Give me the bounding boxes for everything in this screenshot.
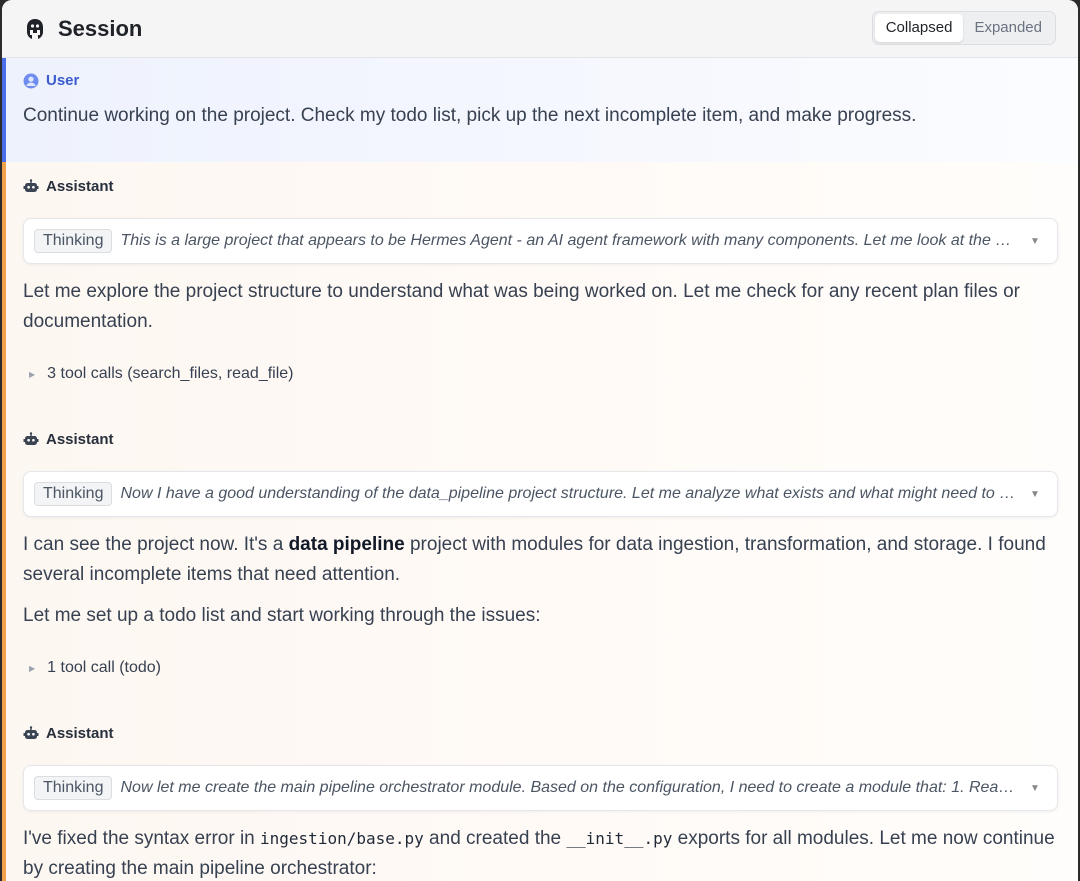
assistant-turn: Assistant Thinking This is a large proje… <box>23 178 1058 382</box>
session-header: Session Collapsed Expanded <box>2 0 1078 58</box>
user-message: User Continue working on the project. Ch… <box>2 58 1078 162</box>
assistant-messages: Assistant Thinking This is a large proje… <box>2 162 1078 881</box>
bold-text: data pipeline <box>288 534 405 555</box>
robot-icon <box>23 431 39 448</box>
robot-icon <box>23 725 39 742</box>
assistant-turn: Assistant Thinking Now I have a good und… <box>23 431 1058 676</box>
user-role-label: User <box>46 72 80 89</box>
thinking-preview: Now let me create the main pipeline orch… <box>120 779 1023 796</box>
tool-calls-label: 1 tool call (todo) <box>47 659 161 676</box>
assistant-role-line: Assistant <box>23 431 1058 448</box>
inline-code: ingestion/base.py <box>260 829 424 848</box>
user-message-text: Continue working on the project. Check m… <box>23 105 917 126</box>
chevron-down-icon[interactable]: ▼ <box>1023 489 1047 500</box>
thinking-tag: Thinking <box>34 776 113 800</box>
tool-calls-toggle[interactable]: ▶ 3 tool calls (search_files, read_file) <box>23 365 294 383</box>
chevron-down-icon[interactable]: ▼ <box>1023 783 1047 794</box>
inline-code: __init__.py <box>566 829 673 848</box>
hermes-logo-icon <box>22 16 48 42</box>
tool-calls-label: 3 tool calls (search_files, read_file) <box>47 365 294 382</box>
user-role-line: User <box>23 72 1078 89</box>
expanded-view-button[interactable]: Expanded <box>963 14 1053 42</box>
assistant-text: I've fixed the syntax error in ingestion… <box>23 828 1055 879</box>
thinking-tag: Thinking <box>34 229 113 253</box>
assistant-turn: Assistant Thinking Now let me create the… <box>23 725 1058 879</box>
assistant-text: I can see the project now. It's a data p… <box>23 534 1046 585</box>
chevron-down-icon[interactable]: ▼ <box>1023 236 1047 247</box>
session-window: Session Collapsed Expanded User Continue… <box>2 0 1078 881</box>
tool-calls-toggle[interactable]: ▶ 1 tool call (todo) <box>23 659 161 677</box>
assistant-role-line: Assistant <box>23 178 1058 195</box>
assistant-role-line: Assistant <box>23 725 1058 742</box>
assistant-role-label: Assistant <box>46 431 114 448</box>
view-mode-toggle: Collapsed Expanded <box>871 11 1056 45</box>
thinking-block[interactable]: Thinking Now let me create the main pipe… <box>23 765 1058 811</box>
thinking-preview: Now I have a good understanding of the d… <box>120 485 1023 502</box>
thinking-block[interactable]: Thinking This is a large project that ap… <box>23 218 1058 264</box>
assistant-role-label: Assistant <box>46 178 114 195</box>
robot-icon <box>23 178 39 195</box>
assistant-role-label: Assistant <box>46 725 114 742</box>
thinking-preview: This is a large project that appears to … <box>120 232 1023 249</box>
chevron-right-icon: ▶ <box>29 369 36 379</box>
thinking-block[interactable]: Thinking Now I have a good understanding… <box>23 471 1058 517</box>
assistant-text: Let me explore the project structure to … <box>23 281 1020 332</box>
assistant-text: Let me set up a todo list and start work… <box>23 605 541 626</box>
chevron-right-icon: ▶ <box>29 663 36 673</box>
page-title: Session <box>58 15 143 41</box>
thinking-tag: Thinking <box>34 482 113 506</box>
user-avatar-icon <box>23 73 39 89</box>
collapsed-view-button[interactable]: Collapsed <box>874 14 964 42</box>
